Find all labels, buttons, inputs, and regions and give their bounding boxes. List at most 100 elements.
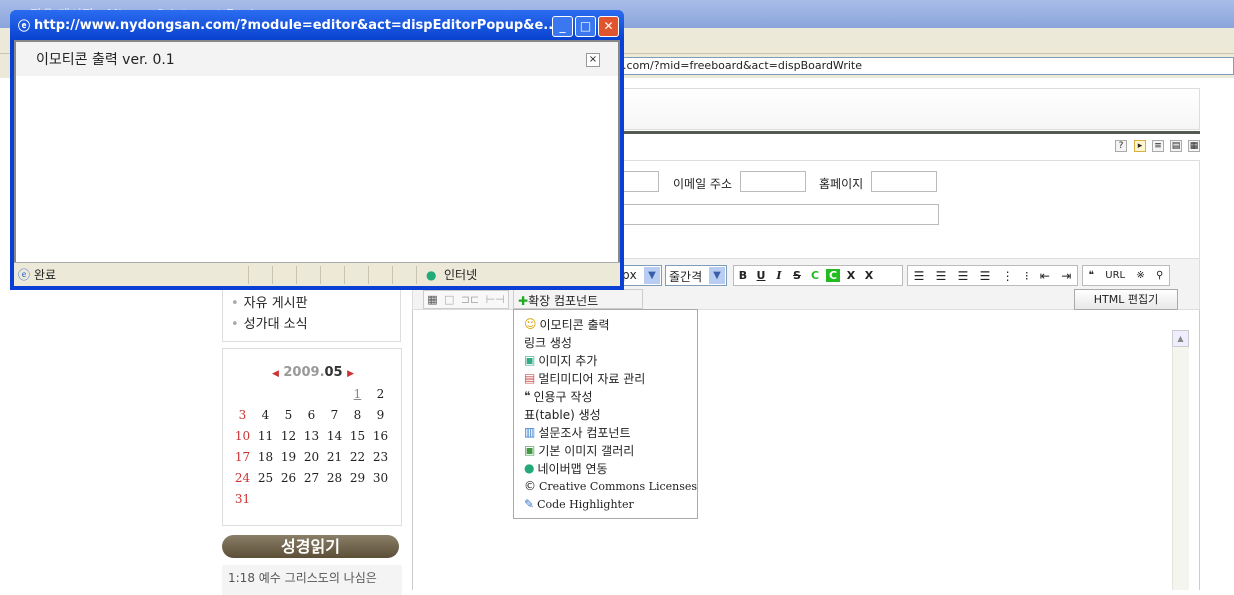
calendar-day[interactable]: 4: [254, 408, 277, 429]
line-height-value: 줄간격: [669, 270, 703, 284]
calendar-day[interactable]: 18: [254, 450, 277, 471]
calendar-day[interactable]: 15: [346, 429, 369, 450]
sidebar-item-free-board[interactable]: 자유 게시판: [231, 292, 400, 313]
italic-button[interactable]: I: [770, 269, 788, 282]
popup-title-bar[interactable]: ⓔ http://www.nydongsan.com/?module=editor…: [10, 10, 624, 40]
menu-item[interactable]: 링크 생성: [524, 333, 697, 351]
calendar-day[interactable]: 19: [277, 450, 300, 471]
calendar-day[interactable]: 14: [323, 429, 346, 450]
menu-item-label: 이미지 추가: [538, 353, 598, 368]
menu-item-label: 멀티미디어 자료 관리: [538, 371, 646, 386]
align-left-icon[interactable]: ☰: [914, 269, 925, 283]
table-icon[interactable]: ▦: [427, 293, 437, 306]
list-view-icon[interactable]: ≡: [1152, 140, 1164, 152]
address-input[interactable]: .com/?mid=freeboard&act=dispBoardWrite: [600, 57, 1234, 75]
calendar-day[interactable]: 20: [300, 450, 323, 471]
menu-item[interactable]: ● 네이버맵 연동: [524, 459, 697, 477]
bible-reading-text[interactable]: 1:18 예수 그리스도의 나심은: [222, 565, 402, 595]
outdent-icon[interactable]: ⇤: [1040, 269, 1050, 283]
menu-item[interactable]: ❝ 인용구 작성: [524, 387, 697, 405]
calendar-day[interactable]: 24: [231, 471, 254, 492]
password-input[interactable]: [620, 171, 659, 192]
menu-item[interactable]: ▥ 설문조사 컴포넌트: [524, 423, 697, 441]
bold-button[interactable]: B: [734, 269, 752, 282]
calendar-day[interactable]: 27: [300, 471, 323, 492]
menu-item[interactable]: ☺ 이모티콘 출력: [524, 315, 697, 333]
editor-scrollbar[interactable]: [1172, 330, 1189, 590]
calendar-day[interactable]: 8: [346, 408, 369, 429]
menu-item[interactable]: ▤ 멀티미디어 자료 관리: [524, 369, 697, 387]
calendar-day[interactable]: 31: [231, 492, 254, 513]
popup-close-button[interactable]: ×: [586, 53, 600, 67]
special-char-icon[interactable]: ※: [1136, 270, 1144, 281]
menu-item-label: 기본 이미지 갤러리: [538, 443, 635, 458]
homepage-label: 홈페이지: [819, 177, 864, 191]
calendar-day[interactable]: 2: [369, 387, 392, 408]
bible-reading-title: 성경읽기: [222, 535, 399, 558]
superscript-button[interactable]: X: [842, 269, 860, 282]
calendar-day[interactable]: 26: [277, 471, 300, 492]
url-button[interactable]: URL: [1105, 270, 1125, 281]
background-color-button[interactable]: C: [826, 269, 840, 282]
search-icon[interactable]: ⚲: [1156, 270, 1163, 281]
webzine-view-icon[interactable]: ▤: [1170, 140, 1182, 152]
next-month-icon[interactable]: ▶: [347, 369, 354, 379]
calendar-day[interactable]: 13: [300, 429, 323, 450]
calendar-day[interactable]: 3: [231, 408, 254, 429]
quote-icon[interactable]: ❝: [1089, 270, 1094, 281]
email-input[interactable]: [740, 171, 806, 192]
font-size-value: px: [622, 268, 637, 282]
indent-icon[interactable]: ⇥: [1061, 269, 1071, 283]
subscript-button[interactable]: X: [860, 269, 878, 282]
menu-item-label: 표(table) 생성: [524, 407, 601, 422]
title-input[interactable]: [620, 204, 939, 225]
calendar-day[interactable]: 10: [231, 429, 254, 450]
calendar-day[interactable]: 22: [346, 450, 369, 471]
merge-icon[interactable]: ⊐⊏: [461, 293, 479, 306]
align-center-icon[interactable]: ☰: [936, 269, 947, 283]
calendar-day[interactable]: 16: [369, 429, 392, 450]
scroll-up-icon[interactable]: ▲: [1172, 330, 1189, 347]
justify-icon[interactable]: ☰: [980, 269, 991, 283]
strike-button[interactable]: S: [788, 269, 806, 282]
calendar-day[interactable]: 7: [323, 408, 346, 429]
calendar-day[interactable]: 30: [369, 471, 392, 492]
maximize-button[interactable]: □: [575, 16, 596, 37]
play-icon[interactable]: ▸: [1134, 140, 1146, 152]
calendar-day[interactable]: 29: [346, 471, 369, 492]
calendar-day[interactable]: 17: [231, 450, 254, 471]
menu-item[interactable]: © Creative Commons Licenses: [524, 477, 697, 495]
gallery-view-icon[interactable]: ▦: [1188, 140, 1200, 152]
close-button[interactable]: ✕: [598, 16, 619, 37]
calendar-day[interactable]: 11: [254, 429, 277, 450]
prev-month-icon[interactable]: ◀: [272, 369, 279, 379]
extension-component-button[interactable]: ✚확장 컴포넌트: [513, 289, 643, 309]
minimize-button[interactable]: _: [552, 16, 573, 37]
quote-icon: ❝: [524, 389, 531, 403]
calendar-day[interactable]: 5: [277, 408, 300, 429]
calendar-day[interactable]: 12: [277, 429, 300, 450]
calendar-day[interactable]: 21: [323, 450, 346, 471]
ordered-list-icon[interactable]: ⋮: [1002, 269, 1014, 283]
calendar-day[interactable]: 6: [300, 408, 323, 429]
help-icon[interactable]: ?: [1115, 140, 1127, 152]
line-height-select[interactable]: 줄간격 ▼: [665, 265, 727, 286]
calendar-day[interactable]: 28: [323, 471, 346, 492]
calendar-day[interactable]: 25: [254, 471, 277, 492]
unordered-list-icon[interactable]: ⁝: [1025, 269, 1029, 283]
cell-icon[interactable]: □: [444, 293, 454, 306]
calendar-day[interactable]: 1: [346, 387, 369, 408]
html-editor-button[interactable]: HTML 편집기: [1074, 289, 1178, 310]
split-icon[interactable]: ⊢⊣: [486, 293, 505, 306]
menu-item[interactable]: 표(table) 생성: [524, 405, 697, 423]
font-color-button[interactable]: C: [806, 269, 824, 282]
homepage-input[interactable]: [871, 171, 937, 192]
sidebar-item-choir-news[interactable]: 성가대 소식: [231, 313, 400, 334]
menu-item[interactable]: ✎ Code Highlighter: [524, 495, 697, 513]
calendar-day[interactable]: 23: [369, 450, 392, 471]
underline-button[interactable]: U: [752, 269, 770, 282]
menu-item[interactable]: ▣ 기본 이미지 갤러리: [524, 441, 697, 459]
align-right-icon[interactable]: ☰: [958, 269, 969, 283]
calendar-day[interactable]: 9: [369, 408, 392, 429]
menu-item[interactable]: ▣ 이미지 추가: [524, 351, 697, 369]
